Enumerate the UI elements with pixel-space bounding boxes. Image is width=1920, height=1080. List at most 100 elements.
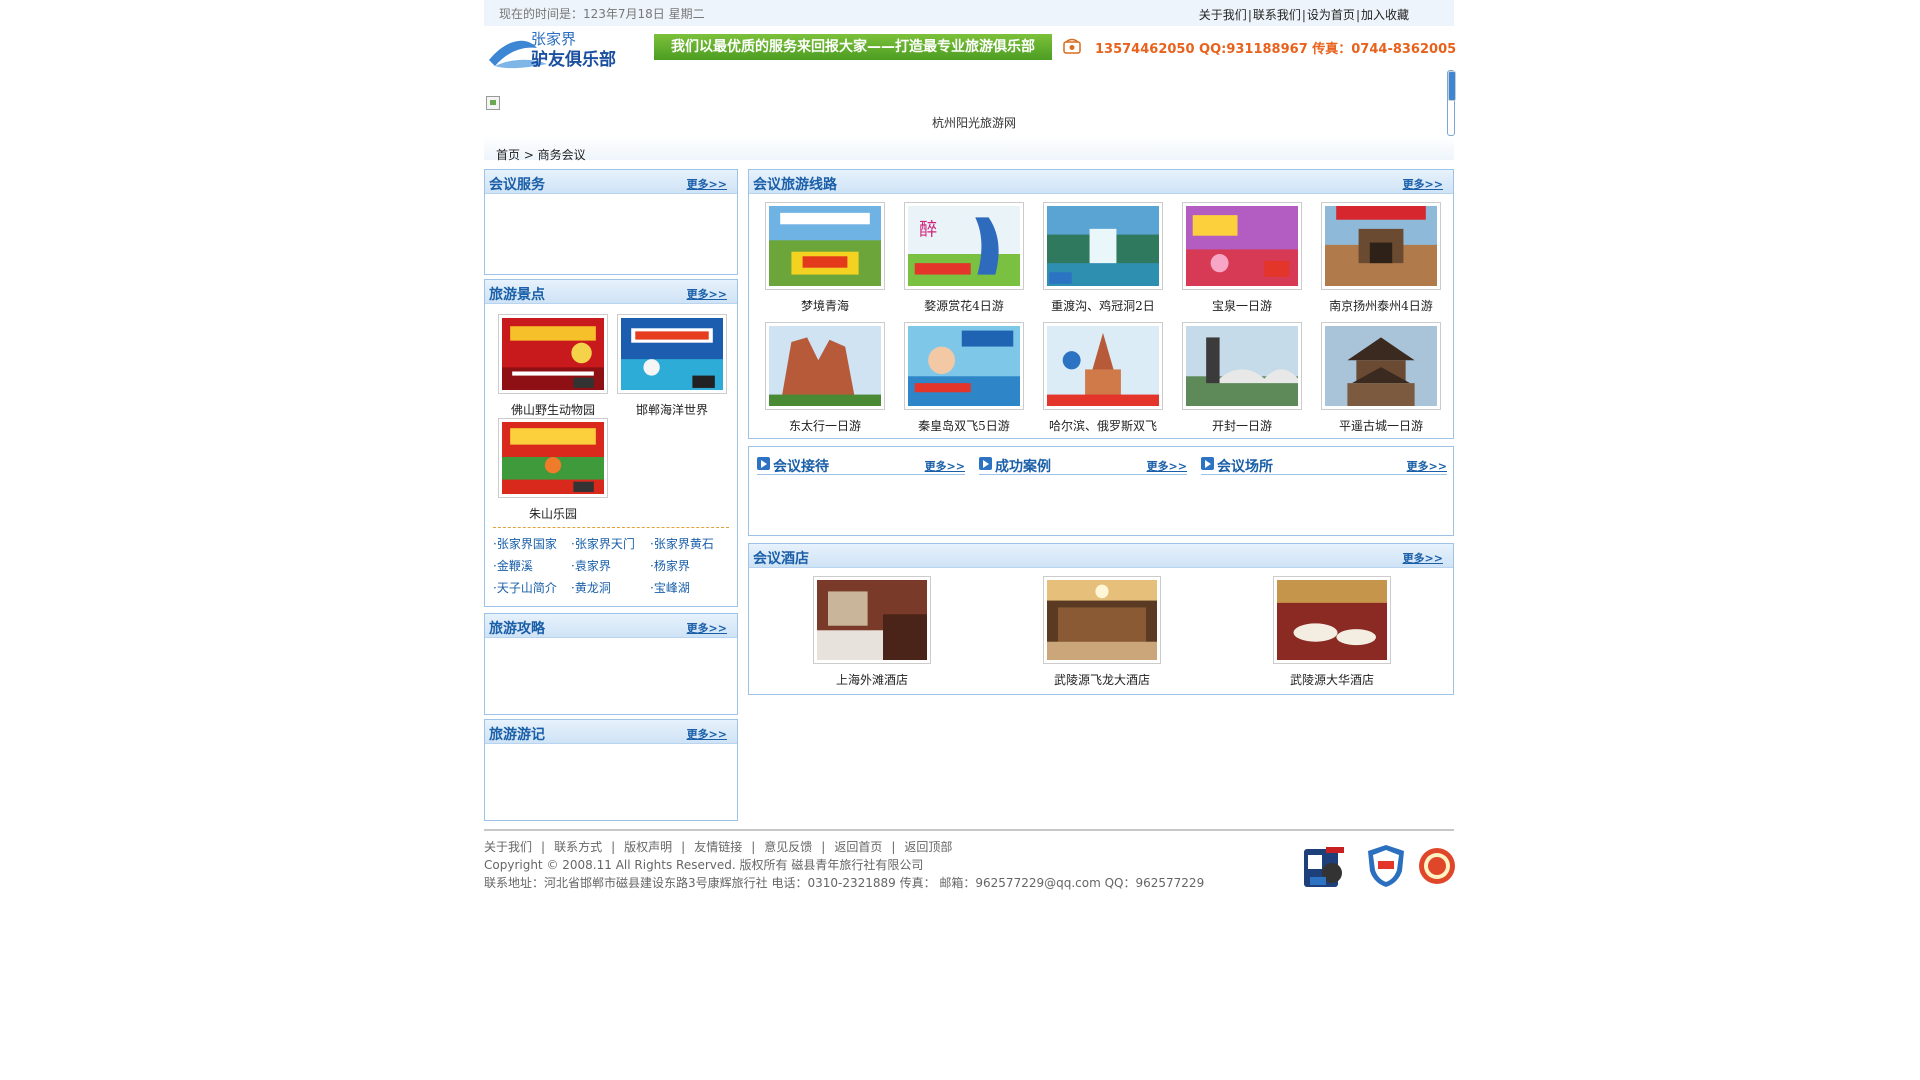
route-thumbnail[interactable] [765,322,885,410]
scenic-thumbnail[interactable] [498,418,608,498]
route-thumbnail[interactable] [904,322,1024,410]
scenic-link[interactable]: ·张家界黄石 [650,535,714,552]
footer-link[interactable]: 关于我们 [484,840,532,854]
footer-link[interactable]: 返回首页 [834,840,882,854]
subsection-title: 会议接待 [773,459,829,475]
more-link[interactable]: 更多>> [687,286,727,302]
scenic-link[interactable]: ·黄龙洞 [571,579,611,596]
subsection-venues: 会议场所 更多>> [1201,455,1447,475]
contact-us-link[interactable]: 联系我们 [1253,8,1301,22]
subsection-title: 会议场所 [1217,459,1273,475]
scenic-caption[interactable]: 朱山乐园 [498,505,608,522]
route-thumbnail[interactable]: 醉 [904,202,1024,290]
more-link[interactable]: 更多>> [925,458,965,474]
route-caption[interactable]: 重渡沟、鸡冠洞2日 [1043,297,1163,314]
panel-title: 旅游景点 [489,287,545,303]
set-homepage-link[interactable]: 设为首页 [1307,8,1355,22]
panel-title: 旅游攻略 [489,621,545,637]
route-thumbnail[interactable] [1043,322,1163,410]
travel-guide-panel: 旅游攻略 更多>> [484,613,738,715]
broken-image-icon [486,96,500,110]
route-caption[interactable]: 婺源赏花4日游 [904,297,1024,314]
panel-header: 会议酒店 更多>> [749,544,1453,568]
scenic-thumbnail[interactable] [498,314,608,394]
more-link[interactable]: 更多>> [1407,458,1447,474]
more-link[interactable]: 更多>> [687,620,727,636]
hotel-thumbnail[interactable] [813,576,931,664]
more-link[interactable]: 更多>> [687,726,727,742]
svg-text:张家界: 张家界 [531,30,576,48]
route-caption[interactable]: 梦境青海 [765,297,885,314]
phone-icon [1063,37,1081,55]
route-caption[interactable]: 东太行一日游 [765,417,885,434]
scenic-link[interactable]: ·杨家界 [650,557,690,574]
scenic-link[interactable]: ·金鞭溪 [493,557,533,574]
meeting-sections-panel: 会议接待 更多>> 成功案例 更多>> 会议场所 更多>> [748,446,1454,536]
panel-title: 旅游游记 [489,727,545,743]
meeting-hotels-panel: 会议酒店 更多>> 上海外滩酒店 武陵源飞龙大酒店 武陵源大华酒店 [748,543,1454,695]
separator: | [541,840,546,854]
more-link[interactable]: 更多>> [1403,550,1443,566]
add-favorite-link[interactable]: 加入收藏 [1361,8,1409,22]
route-thumbnail[interactable] [1043,202,1163,290]
scenic-link[interactable]: ·张家界天门 [571,535,635,552]
scenic-link[interactable]: ·张家界国家 [493,535,557,552]
subsection-reception: 会议接待 更多>> [757,455,965,475]
route-caption[interactable]: 哈尔滨、俄罗斯双飞 [1043,417,1163,434]
route-caption[interactable]: 宝泉一日游 [1182,297,1302,314]
footer-nav: 关于我们 | 联系方式 | 版权声明 | 友情链接 | 意见反馈 | 返回首页 | 返回顶部 [484,838,1204,856]
divider [493,527,729,528]
route-caption[interactable]: 开封一日游 [1182,417,1302,434]
site-logo[interactable]: 张家界 驴友俱乐部 [487,28,637,70]
footer-link[interactable]: 联系方式 [554,840,602,854]
travel-notes-panel: 旅游游记 更多>> [484,719,738,821]
separator: | [611,840,616,854]
route-caption[interactable]: 南京扬州泰州4日游 [1321,297,1441,314]
more-link[interactable]: 更多>> [1147,458,1187,474]
svg-text:醉: 醉 [919,220,937,241]
scenic-thumbnail[interactable] [617,314,727,394]
route-thumbnail[interactable] [1182,322,1302,410]
route-thumbnail[interactable] [1321,202,1441,290]
tour-routes-panel: 会议旅游线路 更多>> 梦境青海 醉 婺源赏花4日游 重渡沟、鸡冠洞2日 宝泉一… [748,169,1454,439]
footer-link[interactable]: 返回顶部 [904,840,952,854]
hotel-thumbnail[interactable] [1043,576,1161,664]
banner: 杭州阳光旅游网 [484,68,1456,138]
breadcrumb[interactable]: 首页 > 商务会议 [496,146,586,163]
hotel-caption[interactable]: 武陵源飞龙大酒店 [1043,671,1161,688]
scrollbar-thumb[interactable] [1448,71,1456,101]
scenic-caption[interactable]: 邯郸海洋世界 [617,401,727,418]
footer-link[interactable]: 版权声明 [624,840,672,854]
banner-background [484,136,1454,160]
police-badge-icon[interactable] [1300,843,1350,891]
scenic-link[interactable]: ·宝峰湖 [650,579,690,596]
more-link[interactable]: 更多>> [1403,176,1443,192]
hotel-thumbnail[interactable] [1273,576,1391,664]
arrow-icon [1201,457,1214,470]
seal-badge-icon[interactable] [1418,843,1456,889]
subsection-cases: 成功案例 更多>> [979,455,1187,475]
route-caption[interactable]: 秦皇岛双飞5日游 [904,417,1024,434]
arrow-icon [757,457,770,470]
footer-link[interactable]: 友情链接 [694,840,742,854]
route-caption[interactable]: 平遥古城一日游 [1321,417,1441,434]
shield-badge-icon[interactable] [1366,843,1406,889]
hotel-caption[interactable]: 武陵源大华酒店 [1273,671,1391,688]
subsection-title: 成功案例 [995,459,1051,475]
about-us-link[interactable]: 关于我们 [1199,8,1247,22]
banner-caption[interactable]: 杭州阳光旅游网 [484,114,1464,131]
panel-header: 会议旅游线路 更多>> [749,170,1453,194]
footer-link[interactable]: 意见反馈 [764,840,812,854]
banner-scrollbar[interactable] [1447,70,1456,136]
svg-text:驴友俱乐部: 驴友俱乐部 [531,49,616,70]
route-thumbnail[interactable] [765,202,885,290]
hotel-caption[interactable]: 上海外滩酒店 [813,671,931,688]
panel-title: 会议酒店 [753,551,809,567]
scenic-link[interactable]: ·天子山简介 [493,579,557,596]
scenic-link[interactable]: ·袁家界 [571,557,611,574]
scenic-caption[interactable]: 佛山野生动物园 [498,401,608,418]
more-link[interactable]: 更多>> [687,176,727,192]
route-thumbnail[interactable] [1321,322,1441,410]
contact-address: 联系地址：河北省邯郸市磁县建设东路3号康辉旅行社 电话：0310-2321889… [484,876,1205,890]
route-thumbnail[interactable] [1182,202,1302,290]
